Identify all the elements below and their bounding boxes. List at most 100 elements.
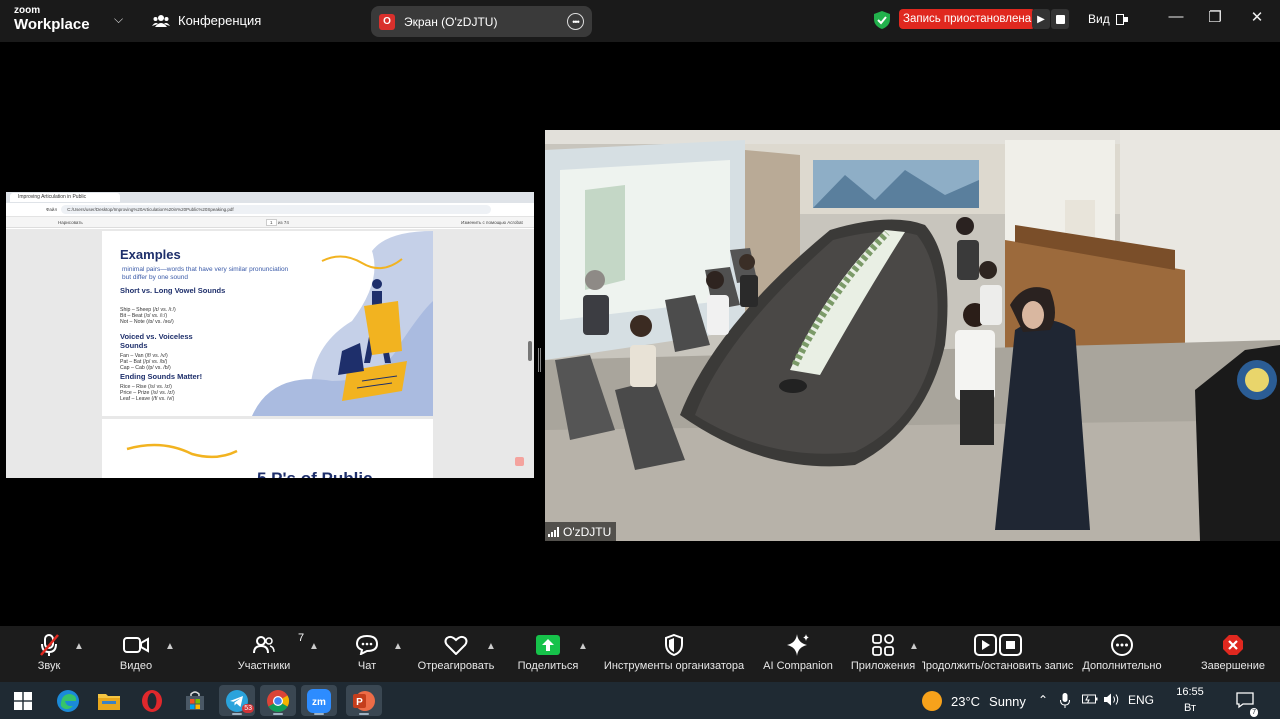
windows-taskbar: 53 zm P 23°C Sunny ⌃ ENG 16:55 Вт 08.04.… [0,682,1280,719]
edge-app[interactable] [50,685,86,716]
sun-icon [922,691,942,711]
browser-address-bar: Файл C:/Users/user/Desktop/Improving%20A… [6,203,534,217]
shield-icon [665,634,683,656]
page-number-input[interactable]: 1 [266,219,277,226]
weather-condition: Sunny [989,693,1026,709]
powerpoint-app[interactable]: P [346,685,382,716]
participants-button[interactable]: 7 Участники [233,626,304,682]
participants-options-chevron-icon[interactable]: ▲ [309,641,319,652]
pdf-corner-icon[interactable] [515,457,524,466]
acrobat-button[interactable]: Изменить с помощью Acrobat [461,220,523,225]
encryption-shield-icon[interactable] [874,11,890,29]
chat-button[interactable]: Чат [350,626,384,682]
apps-label: Приложения [850,660,916,672]
participant-video[interactable] [545,130,1280,541]
start-button[interactable] [5,685,41,716]
view-label: Вид [1088,12,1110,26]
view-layout-icon [1115,13,1128,25]
store-app[interactable] [177,685,213,716]
example-line: Cap – Cab (/p/ vs. /b/) [120,365,171,371]
browser-tab[interactable]: Improving Articulation in Public [10,193,120,202]
panel-resize-handle[interactable] [538,348,541,372]
notification-center[interactable]: 7 [1236,691,1258,717]
host-tools-label: Инструменты организатора [603,660,745,672]
powerpoint-icon: P [353,690,375,711]
microphone-tray-icon[interactable] [1060,693,1070,711]
video-options-chevron-icon[interactable]: ▲ [165,641,175,652]
ai-companion-label: AI Companion [763,660,833,672]
stop-recording-button[interactable] [1051,9,1069,29]
shared-screen[interactable]: Improving Articulation in Public Файл C:… [6,192,534,478]
pdf-scrollbar[interactable] [528,341,532,361]
chrome-icon [267,689,289,712]
share-options-chevron-icon[interactable]: ▲ [578,641,588,652]
weather-widget[interactable]: 23°C Sunny [922,691,1026,711]
pdf-description: minimal pairs—words that have very simil… [122,266,289,281]
opera-app[interactable] [134,685,170,716]
more-options-icon[interactable]: ••• [567,13,584,30]
chat-options-chevron-icon[interactable]: ▲ [393,641,403,652]
pdf-viewer[interactable]: Examples minimal pairs—words that have v… [6,229,534,478]
end-button[interactable]: Завершение [1198,626,1268,682]
battery-icon[interactable] [1082,693,1098,708]
system-clock[interactable]: 16:55 Вт 08.04.25 [1162,684,1218,719]
apps-options-chevron-icon[interactable]: ▲ [909,641,919,652]
camera-icon [123,637,149,653]
zoom-app-icon: zm [307,688,331,713]
pdf-page-2: 5 P's of Public [102,419,433,478]
view-button[interactable]: Вид [1088,12,1128,26]
zoom-app[interactable]: zm [301,685,337,716]
chevron-up-icon[interactable]: ⌃ [1038,693,1048,707]
audio-options-chevron-icon[interactable]: ▲ [74,641,84,652]
recording-status-badge: Запись приостановлена [899,9,1036,29]
zoom-logo[interactable]: zoom Workplace [14,6,90,33]
url-prefix: Файл [46,207,58,212]
participant-name: O'zDJTU [563,524,612,539]
opera-icon [142,689,162,712]
input-language[interactable]: ENG [1128,693,1154,707]
notification-count: 7 [1250,708,1258,717]
file-explorer-app[interactable] [91,685,127,716]
minimize-icon[interactable]: — [1164,8,1188,25]
pdf-title: Examples [120,247,181,262]
meeting-info[interactable]: Конференция [152,13,261,28]
screen-share-pill[interactable]: O Экран (O'zDJTU) ••• [371,6,592,37]
url-field[interactable]: C:/Users/user/Desktop/Improving%20Articu… [61,205,492,214]
telegram-app[interactable]: 53 [219,685,255,716]
weather-temperature: 23°C [951,693,981,709]
resume-recording-button[interactable]: ▶ [1032,9,1050,29]
host-tools-button[interactable]: Инструменты организатора [600,626,748,682]
folder-icon [98,693,120,710]
sparkle-icon [787,634,809,656]
react-label: Отреагировать [417,660,495,672]
screen-share-label: Экран (O'zDJTU) [404,14,498,29]
apps-button[interactable]: Приложения [848,626,918,682]
running-indicator [232,713,242,715]
restore-icon[interactable]: ❐ [1203,8,1227,26]
running-indicator [273,713,283,715]
pdf-toolbar: Нарисовать 1 из 74 Изменить с помощью Ac… [6,217,534,228]
chrome-app[interactable] [260,685,296,716]
volume-icon[interactable] [1104,693,1121,709]
react-button[interactable]: Отреагировать [414,626,498,682]
share-arrow-icon [536,635,560,655]
video-button[interactable]: Видео [116,626,156,682]
logo-line2: Workplace [14,16,90,33]
chevron-down-icon[interactable]: ⌵ [114,12,123,27]
more-button[interactable]: Дополнительно [1078,626,1166,682]
share-button[interactable]: Поделиться [514,626,582,682]
chat-icon [356,635,378,655]
running-indicator [314,713,324,715]
mute-button[interactable]: Звук [30,626,68,682]
react-options-chevron-icon[interactable]: ▲ [486,641,496,652]
section-heading: Ending Sounds Matter! [120,372,203,381]
share-source-icon: O [379,13,395,30]
page2-title: 5 P's of Public [257,469,373,478]
draw-button[interactable]: Нарисовать [58,220,83,225]
close-icon[interactable]: ✕ [1245,8,1269,26]
record-control-button[interactable]: Продолжить/остановить запись [922,626,1074,682]
clock-time: 16:55 [1176,686,1204,698]
video-label: Видео [119,660,153,672]
ai-companion-button[interactable]: AI Companion [761,626,835,682]
store-icon [186,690,204,710]
